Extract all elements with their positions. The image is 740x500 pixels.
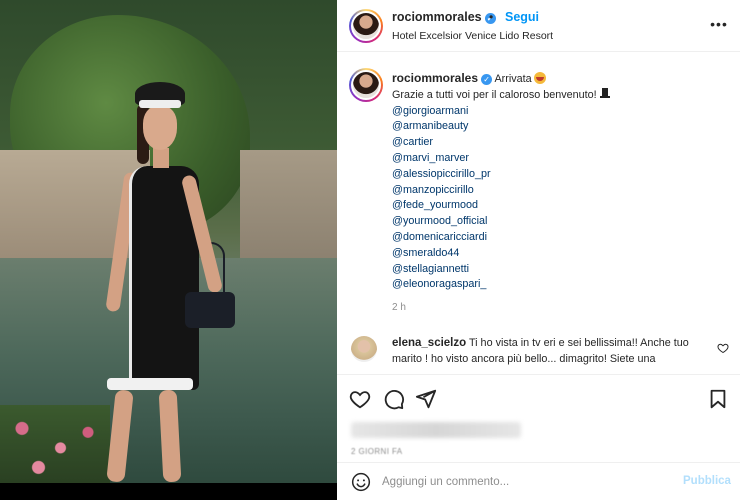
- post-media[interactable]: [0, 0, 337, 500]
- follow-button[interactable]: Segui: [505, 10, 539, 24]
- mention-link[interactable]: @smeraldo44: [392, 246, 727, 262]
- location-link[interactable]: Hotel Excelsior Venice Lido Resort: [392, 30, 553, 42]
- comment-row: elena_scielzo Ti ho vista in tv eri e se…: [337, 322, 740, 372]
- caption-timestamp: 2 h: [392, 302, 406, 313]
- mention-link[interactable]: @giorgioarmani: [392, 104, 727, 120]
- commenter-username[interactable]: elena_scielzo: [392, 337, 466, 349]
- post-caption: rociommorales ✓ Arrivata Grazie a tutti v…: [337, 52, 740, 322]
- comment-bubble-icon[interactable]: [383, 388, 405, 410]
- handbag: [185, 292, 235, 328]
- caption-author-avatar[interactable]: [349, 68, 383, 102]
- action-bar: [337, 374, 740, 420]
- caption-body: rociommorales ✓ Arrivata Grazie a tutti v…: [392, 71, 727, 293]
- caption-second-line: Grazie a tutti voi per il caloroso benve…: [392, 88, 597, 101]
- post-photo: [0, 0, 337, 483]
- mention-link[interactable]: @marvi_marver: [392, 151, 727, 167]
- mention-link[interactable]: @fede_yourmood: [392, 198, 727, 214]
- photo-wall-right: [240, 150, 337, 260]
- mention-link[interactable]: @armanibeauty: [392, 119, 727, 135]
- mention-link[interactable]: @alessiopiccirillo_pr: [392, 167, 727, 183]
- likes-count-blurred[interactable]: [351, 422, 521, 438]
- publish-button[interactable]: Pubblica: [683, 475, 731, 487]
- author-username[interactable]: rociommorales ✓: [392, 10, 496, 24]
- mention-link[interactable]: @domenicaricciardi: [392, 230, 727, 246]
- post-date: 2 GIORNI FA: [351, 447, 403, 456]
- comment-body: elena_scielzo Ti ho vista in tv eri e se…: [392, 335, 702, 367]
- mention-link[interactable]: @cartier: [392, 135, 727, 151]
- comment-like-heart-icon[interactable]: [717, 342, 729, 354]
- more-horizontal-icon[interactable]: •••: [709, 16, 729, 32]
- separator-dot: •: [489, 10, 494, 24]
- post-side-panel: rociommorales ✓ • Segui Hotel Excelsior V…: [337, 0, 740, 500]
- photo-person: [95, 82, 245, 483]
- share-paper-plane-icon[interactable]: [415, 388, 437, 410]
- mention-link[interactable]: @eleonoragaspari_: [392, 277, 727, 293]
- top-hat-emoji-icon: [599, 87, 610, 99]
- comment-composer: Pubblica: [337, 462, 740, 500]
- commenter-avatar[interactable]: [351, 336, 377, 362]
- like-heart-icon[interactable]: [349, 388, 371, 410]
- caption-username[interactable]: rociommorales: [392, 71, 478, 85]
- grinning-emoji-icon: [533, 72, 546, 84]
- comment-input[interactable]: [382, 471, 662, 493]
- save-bookmark-icon[interactable]: [707, 388, 729, 410]
- verified-badge-icon: ✓: [481, 74, 493, 85]
- photo-flowers: [0, 405, 110, 483]
- caption-first-line: Arrivata: [494, 73, 532, 85]
- mention-link[interactable]: @yourmood_official: [392, 214, 727, 230]
- emoji-smile-icon[interactable]: [351, 472, 371, 492]
- mention-link[interactable]: @stellagiannetti: [392, 262, 727, 278]
- post-header: rociommorales ✓ • Segui Hotel Excelsior V…: [337, 0, 740, 52]
- mention-link[interactable]: @manzopiccirillo: [392, 183, 727, 199]
- author-avatar[interactable]: [349, 9, 383, 43]
